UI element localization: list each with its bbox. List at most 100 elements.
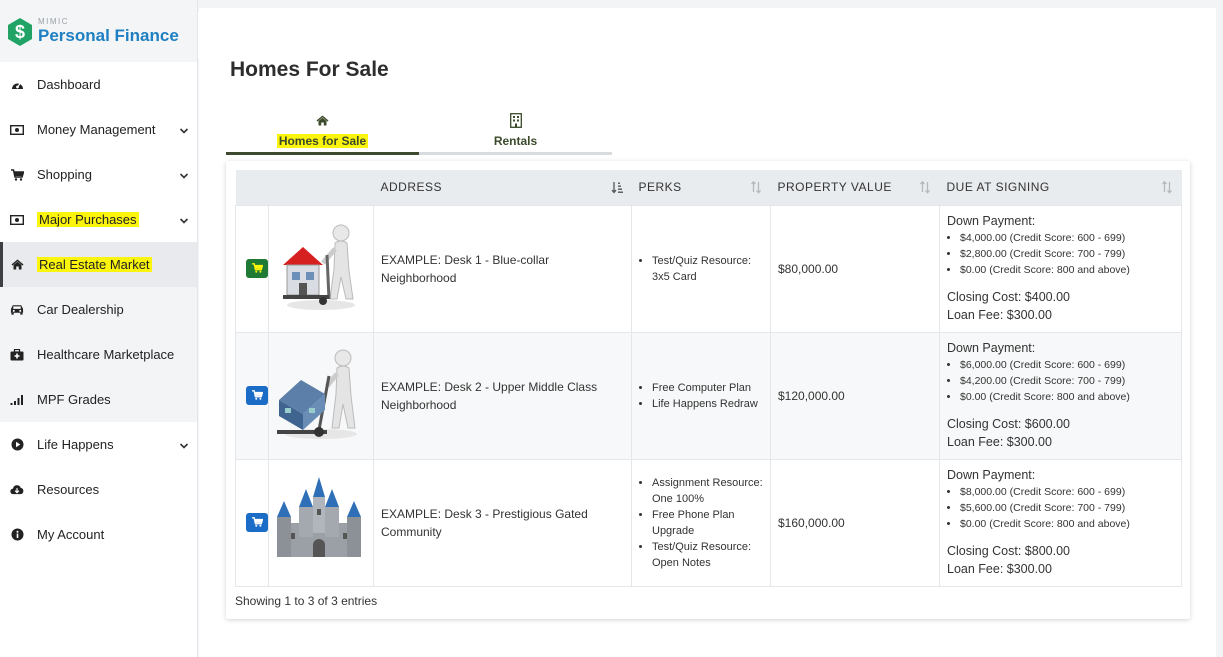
sidebar-item-label: Major Purchases bbox=[37, 212, 139, 227]
perks-cell: Test/Quiz Resource: 3x5 Card bbox=[631, 204, 771, 333]
down-payment-list: $6,000.00 (Credit Score: 600 - 699) $4,2… bbox=[947, 357, 1174, 405]
tabs: Homes for Sale Rentals bbox=[226, 108, 612, 155]
image-cell bbox=[268, 204, 374, 333]
down-payment-amount: $0.00 bbox=[960, 264, 987, 276]
credit-score-note: (Credit Score: 600 - 699) bbox=[1009, 359, 1126, 371]
info-circle-icon bbox=[10, 528, 24, 542]
perk-item: Assignment Resource: One 100% bbox=[652, 475, 763, 507]
credit-score-note: (Credit Score: 800 and above) bbox=[989, 518, 1130, 530]
sidebar-item-money-management[interactable]: Money Management bbox=[0, 107, 197, 152]
perks-cell: Free Computer Plan Life Happens Redraw bbox=[631, 331, 771, 460]
perks-list: Assignment Resource: One 100% Free Phone… bbox=[639, 475, 763, 571]
sidebar-item-dashboard[interactable]: Dashboard bbox=[0, 62, 197, 107]
col-header-perks[interactable]: PERKS bbox=[632, 170, 771, 205]
add-to-cart-button[interactable] bbox=[246, 513, 268, 532]
building-icon bbox=[509, 113, 522, 129]
sidebar-item-major-purchases[interactable]: Major Purchases bbox=[0, 197, 197, 242]
down-payment-item: $4,000.00 (Credit Score: 600 - 699) bbox=[960, 230, 1174, 246]
down-payment-list: $4,000.00 (Credit Score: 600 - 699) $2,8… bbox=[947, 230, 1174, 278]
address-text: EXAMPLE: Desk 1 - Blue-collar Neighborho… bbox=[381, 252, 550, 285]
property-value-cell: $80,000.00 bbox=[770, 204, 940, 333]
sidebar-item-mpf-grades[interactable]: MPF Grades bbox=[0, 377, 197, 422]
closing-cost: Closing Cost: $600.00 bbox=[947, 417, 1070, 431]
chevron-down-icon bbox=[179, 169, 189, 179]
signal-icon bbox=[10, 393, 24, 407]
credit-score-note: (Credit Score: 600 - 699) bbox=[1009, 486, 1126, 498]
loan-fee: Loan Fee: $300.00 bbox=[947, 562, 1052, 576]
sidebar-item-healthcare-marketplace[interactable]: Healthcare Marketplace bbox=[0, 332, 197, 377]
col-header-property-value[interactable]: PROPERTY VALUE bbox=[771, 170, 940, 205]
sidebar-item-real-estate-market[interactable]: Real Estate Market bbox=[0, 242, 197, 287]
loan-fee: Loan Fee: $300.00 bbox=[947, 435, 1052, 449]
sort-icon bbox=[750, 180, 762, 194]
house-dolly-image bbox=[277, 349, 357, 439]
closing-cost: Closing Cost: $400.00 bbox=[947, 290, 1070, 304]
sort-icon bbox=[1161, 180, 1173, 194]
col-header-label: DUE AT SIGNING bbox=[946, 180, 1050, 195]
down-payment-list: $8,000.00 (Credit Score: 600 - 699) $5,6… bbox=[947, 484, 1174, 532]
table-row: EXAMPLE: Desk 2 - Upper Middle Class Nei… bbox=[235, 331, 1182, 460]
down-payment-item: $4,200.00 (Credit Score: 700 - 799) bbox=[960, 373, 1174, 389]
perks-list: Free Computer Plan Life Happens Redraw bbox=[639, 380, 763, 412]
down-payment-item: $0.00 (Credit Score: 800 and above) bbox=[960, 262, 1174, 278]
sidebar-item-life-happens[interactable]: Life Happens bbox=[0, 422, 197, 467]
table-row: EXAMPLE: Desk 3 - Prestigious Gated Comm… bbox=[235, 458, 1182, 587]
add-to-cart-button[interactable] bbox=[246, 386, 268, 405]
down-payment-amount: $5,600.00 bbox=[960, 502, 1007, 514]
col-header-label: ADDRESS bbox=[380, 180, 443, 195]
down-payment-item: $2,800.00 (Credit Score: 700 - 799) bbox=[960, 246, 1174, 262]
sidebar-item-my-account[interactable]: My Account bbox=[0, 512, 197, 557]
sidebar-item-shopping[interactable]: Shopping bbox=[0, 152, 197, 197]
perk-item: Free Computer Plan bbox=[652, 380, 763, 396]
col-header-label: PROPERTY VALUE bbox=[777, 180, 892, 195]
sidebar-item-resources[interactable]: Resources bbox=[0, 467, 197, 512]
address-text: EXAMPLE: Desk 2 - Upper Middle Class Nei… bbox=[381, 379, 598, 412]
home-icon bbox=[316, 113, 329, 129]
sort-asc-icon bbox=[610, 181, 623, 194]
cart-icon bbox=[251, 516, 263, 530]
sidebar-item-car-dealership[interactable]: Car Dealership bbox=[0, 287, 197, 332]
page-title: Homes For Sale bbox=[230, 58, 389, 81]
down-payment-label: Down Payment: bbox=[947, 468, 1036, 482]
add-to-cart-button[interactable] bbox=[246, 259, 268, 278]
down-payment-item: $0.00 (Credit Score: 800 and above) bbox=[960, 389, 1174, 405]
car-icon bbox=[10, 303, 24, 317]
sidebar-item-label: MPF Grades bbox=[37, 392, 111, 407]
image-cell bbox=[268, 458, 374, 587]
sidebar-item-label: Resources bbox=[37, 482, 100, 497]
play-circle-icon bbox=[10, 438, 24, 452]
down-payment-item: $0.00 (Credit Score: 800 and above) bbox=[960, 516, 1174, 532]
chevron-down-icon bbox=[179, 439, 189, 449]
table-info: Showing 1 to 3 of 3 entries bbox=[235, 594, 378, 608]
down-payment-item: $5,600.00 (Credit Score: 700 - 799) bbox=[960, 500, 1174, 516]
medkit-icon bbox=[10, 348, 24, 362]
col-header-address[interactable]: ADDRESS bbox=[374, 170, 632, 205]
down-payment-amount: $0.00 bbox=[960, 391, 987, 403]
credit-score-note: (Credit Score: 800 and above) bbox=[989, 391, 1130, 403]
credit-score-note: (Credit Score: 600 - 699) bbox=[1009, 232, 1126, 244]
credit-score-note: (Credit Score: 700 - 799) bbox=[1009, 502, 1126, 514]
select-cell bbox=[235, 331, 269, 460]
perk-item: Test/Quiz Resource: Open Notes bbox=[652, 539, 763, 571]
down-payment-label: Down Payment: bbox=[947, 341, 1036, 355]
brand[interactable]: $ MIMIC Personal Finance bbox=[0, 0, 197, 62]
property-value-cell: $160,000.00 bbox=[770, 458, 940, 587]
due-at-signing-cell: Down Payment: $8,000.00 (Credit Score: 6… bbox=[939, 458, 1182, 587]
sidebar-item-label: Money Management bbox=[37, 122, 156, 137]
brand-mimic: MIMIC bbox=[38, 17, 70, 26]
svg-text:$: $ bbox=[15, 22, 25, 42]
col-header-due-at-signing[interactable]: DUE AT SIGNING bbox=[940, 170, 1182, 205]
down-payment-amount: $4,000.00 bbox=[960, 232, 1007, 244]
cart-icon bbox=[251, 389, 263, 403]
tab-label: Rentals bbox=[493, 133, 538, 148]
down-payment-amount: $0.00 bbox=[960, 518, 987, 530]
tab-rentals[interactable]: Rentals bbox=[419, 108, 612, 155]
sidebar-item-label: Real Estate Market bbox=[37, 257, 152, 272]
perks-cell: Assignment Resource: One 100% Free Phone… bbox=[631, 458, 771, 587]
credit-score-note: (Credit Score: 700 - 799) bbox=[1009, 248, 1126, 260]
tab-homes-for-sale[interactable]: Homes for Sale bbox=[226, 108, 419, 155]
select-cell bbox=[235, 458, 269, 587]
due-at-signing-cell: Down Payment: $6,000.00 (Credit Score: 6… bbox=[939, 331, 1182, 460]
col-header-label: PERKS bbox=[638, 180, 682, 195]
homes-table-card: ADDRESS PERKS PROPERTY VALUE DUE AT SIGN… bbox=[226, 161, 1190, 619]
